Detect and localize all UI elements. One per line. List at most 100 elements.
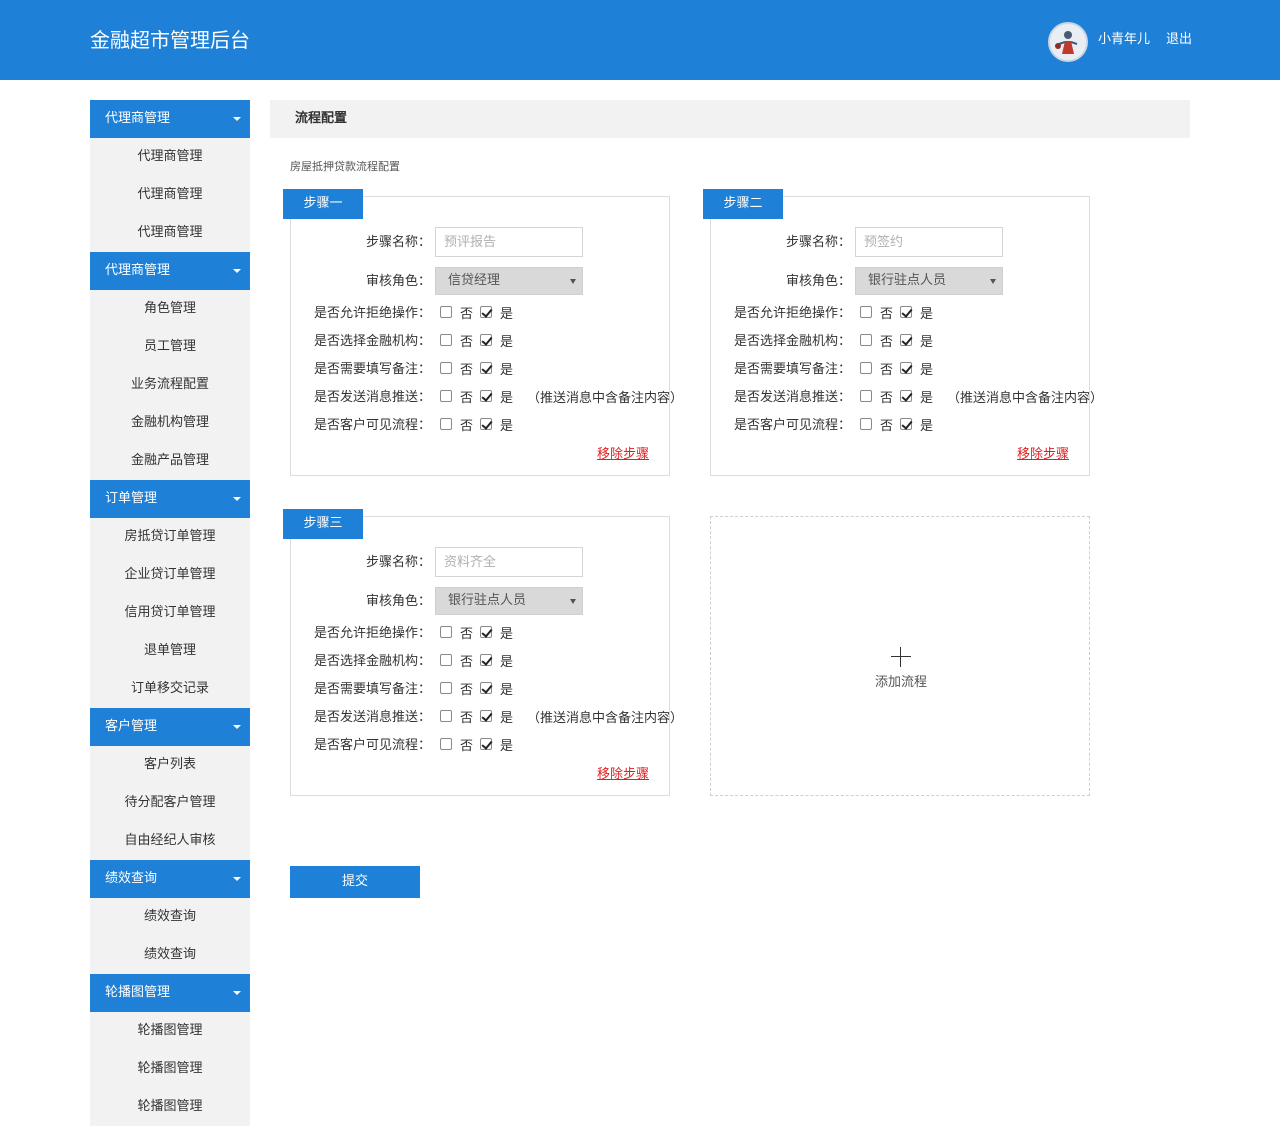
- checkbox-yes-label: 是: [920, 307, 934, 322]
- checkbox-yes[interactable]: [480, 654, 492, 666]
- option-row-customer-visible: 是否客户可见流程： 否 是: [291, 417, 671, 435]
- checkbox-no[interactable]: [860, 362, 872, 374]
- sidebar-item[interactable]: 角色管理: [90, 290, 250, 328]
- sidebar-item[interactable]: 员工管理: [90, 328, 250, 366]
- sidebar-group-label: 代理商管理: [105, 263, 171, 278]
- option-row-need-remark: 是否需要填写备注： 否 是: [711, 361, 1091, 379]
- sidebar-group-label: 客户管理: [105, 719, 158, 734]
- sidebar-item[interactable]: 代理商管理: [90, 138, 250, 176]
- role-select[interactable]: 银行驻点人员: [855, 267, 1003, 295]
- checkbox-yes[interactable]: [480, 710, 492, 722]
- step-tag: 步骤二: [703, 189, 783, 219]
- checkbox-yes[interactable]: [480, 306, 492, 318]
- checkbox-yes[interactable]: [480, 682, 492, 694]
- sidebar-group-header[interactable]: 绩效查询: [90, 860, 250, 898]
- option-label: 是否客户可见流程：: [313, 738, 431, 753]
- option-label: 是否发送消息推送：: [733, 390, 851, 405]
- sidebar-item[interactable]: 轮播图管理: [90, 1088, 250, 1126]
- checkbox-no[interactable]: [440, 738, 452, 750]
- checkbox-no[interactable]: [440, 626, 452, 638]
- step-card: 步骤二步骤名称：审核角色：银行驻点人员是否允许拒绝操作：否是是否选择金融机构：否…: [703, 189, 1103, 476]
- user-avatar[interactable]: [1048, 22, 1088, 62]
- sidebar-item[interactable]: 退单管理: [90, 632, 250, 670]
- sidebar-item[interactable]: 代理商管理: [90, 176, 250, 214]
- checkbox-yes[interactable]: [480, 334, 492, 346]
- sidebar-item[interactable]: 轮播图管理: [90, 1012, 250, 1050]
- checkbox-yes[interactable]: [900, 362, 912, 374]
- role-select[interactable]: 信贷经理: [435, 267, 583, 295]
- checkbox-yes-label: 是: [500, 683, 514, 698]
- sidebar-item[interactable]: 金融机构管理: [90, 404, 250, 442]
- checkbox-no[interactable]: [440, 710, 452, 722]
- remove-step-link[interactable]: 移除步骤: [597, 447, 649, 463]
- checkbox-no-label: 否: [460, 739, 474, 754]
- step-name-input[interactable]: [855, 227, 1003, 257]
- checkbox-no[interactable]: [860, 334, 872, 346]
- checkbox-yes[interactable]: [480, 626, 492, 638]
- caret-down-icon: [233, 991, 241, 995]
- checkbox-no[interactable]: [860, 390, 872, 402]
- checkbox-no-label: 否: [880, 391, 894, 406]
- sidebar-group-header[interactable]: 轮播图管理: [90, 974, 250, 1012]
- checkbox-no-label: 否: [460, 683, 474, 698]
- submit-button[interactable]: 提交: [290, 866, 420, 898]
- sidebar-item[interactable]: 轮播图管理: [90, 1050, 250, 1088]
- sidebar-item[interactable]: 房抵贷订单管理: [90, 518, 250, 556]
- sidebar-item[interactable]: 金融产品管理: [90, 442, 250, 480]
- sidebar-item[interactable]: 企业贷订单管理: [90, 556, 250, 594]
- checkbox-yes-label: 是: [500, 363, 514, 378]
- step-name-input[interactable]: [435, 547, 583, 577]
- checkbox-no-label: 否: [460, 363, 474, 378]
- top-header: 金融超市管理后台 小青年儿 退出: [0, 0, 1280, 80]
- step-name-label: 步骤名称：: [785, 235, 851, 250]
- checkbox-no-label: 否: [460, 627, 474, 642]
- checkbox-yes[interactable]: [900, 418, 912, 430]
- checkbox-no[interactable]: [440, 306, 452, 318]
- checkbox-yes[interactable]: [900, 306, 912, 318]
- sidebar-item[interactable]: 待分配客户管理: [90, 784, 250, 822]
- logout-link[interactable]: 退出: [1166, 32, 1192, 48]
- sidebar-item[interactable]: 订单移交记录: [90, 670, 250, 708]
- remove-step-link[interactable]: 移除步骤: [597, 767, 649, 783]
- role-select[interactable]: 银行驻点人员: [435, 587, 583, 615]
- checkbox-no[interactable]: [440, 418, 452, 430]
- checkbox-no[interactable]: [860, 306, 872, 318]
- remove-step-link[interactable]: 移除步骤: [1017, 447, 1069, 463]
- sidebar-item[interactable]: 业务流程配置: [90, 366, 250, 404]
- sidebar-group-header[interactable]: 代理商管理: [90, 252, 250, 290]
- checkbox-no-label: 否: [460, 307, 474, 322]
- caret-down-icon: [233, 497, 241, 501]
- checkbox-yes[interactable]: [480, 390, 492, 402]
- checkbox-yes[interactable]: [900, 390, 912, 402]
- sidebar-item[interactable]: 代理商管理: [90, 214, 250, 252]
- sidebar-item[interactable]: 绩效查询: [90, 936, 250, 974]
- checkbox-yes[interactable]: [480, 738, 492, 750]
- checkbox-yes-label: 是: [500, 335, 514, 350]
- sidebar-group-header[interactable]: 代理商管理: [90, 100, 250, 138]
- option-label: 是否需要填写备注：: [733, 362, 851, 377]
- checkbox-no[interactable]: [440, 390, 452, 402]
- sidebar-item[interactable]: 信用贷订单管理: [90, 594, 250, 632]
- user-name[interactable]: 小青年儿: [1098, 32, 1150, 48]
- checkbox-no[interactable]: [440, 654, 452, 666]
- checkbox-no[interactable]: [440, 334, 452, 346]
- checkbox-yes[interactable]: [480, 418, 492, 430]
- add-step-card[interactable]: 添加流程: [710, 516, 1090, 796]
- step-name-input[interactable]: [435, 227, 583, 257]
- checkbox-yes[interactable]: [900, 334, 912, 346]
- sidebar-item[interactable]: 客户列表: [90, 746, 250, 784]
- sidebar-group-header[interactable]: 客户管理: [90, 708, 250, 746]
- checkbox-no[interactable]: [440, 682, 452, 694]
- plus-icon: [900, 647, 901, 667]
- checkbox-yes[interactable]: [480, 362, 492, 374]
- option-label: 是否允许拒绝操作：: [313, 306, 431, 321]
- sidebar-item[interactable]: 绩效查询: [90, 898, 250, 936]
- checkbox-no[interactable]: [860, 418, 872, 430]
- checkbox-no-label: 否: [460, 391, 474, 406]
- sidebar-item[interactable]: 自由经纪人审核: [90, 822, 250, 860]
- sidebar-group-header[interactable]: 订单管理: [90, 480, 250, 518]
- checkbox-no-label: 否: [460, 655, 474, 670]
- option-label: 是否客户可见流程：: [733, 418, 851, 433]
- option-row-choose-org: 是否选择金融机构： 否 是: [291, 333, 671, 351]
- checkbox-no[interactable]: [440, 362, 452, 374]
